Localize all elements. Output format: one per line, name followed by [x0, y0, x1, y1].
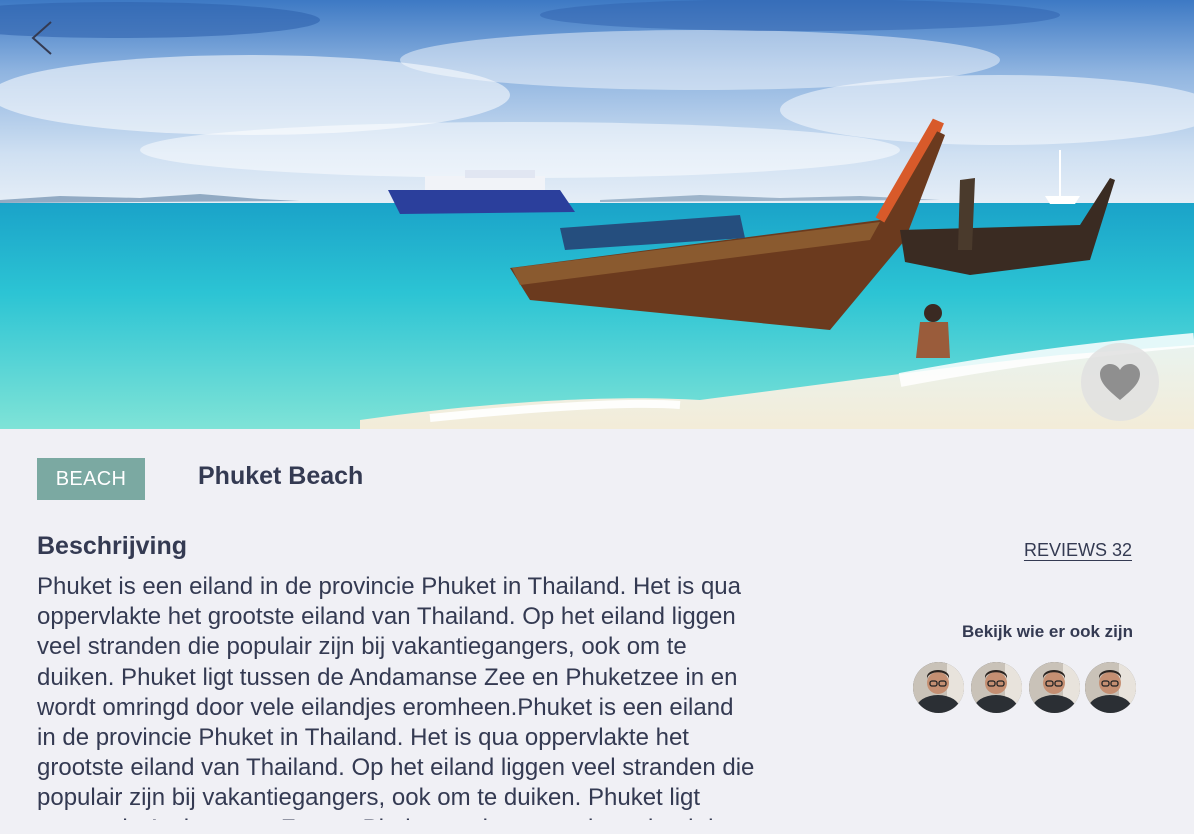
avatar[interactable]: [971, 662, 1022, 713]
place-title: Phuket Beach: [198, 462, 364, 490]
avatar[interactable]: [1085, 662, 1136, 713]
avatar[interactable]: [913, 662, 964, 713]
person-avatar-icon: [971, 662, 1022, 713]
reviews-link[interactable]: REVIEWS 32: [1024, 540, 1132, 561]
person-avatar-icon: [913, 662, 964, 713]
heart-icon: [1100, 364, 1140, 400]
beach-photo: [0, 0, 1194, 429]
chevron-left-icon: [31, 21, 52, 55]
back-button[interactable]: [22, 16, 62, 60]
hero-image: [0, 0, 1194, 429]
person-avatar-icon: [1029, 662, 1080, 713]
category-badge: BEACH: [37, 458, 145, 500]
favorite-button[interactable]: [1081, 343, 1159, 421]
avatar[interactable]: [1029, 662, 1080, 713]
person-avatar-icon: [1085, 662, 1136, 713]
visitors-label: Bekijk wie er ook zijn: [961, 622, 1133, 641]
description-text: Phuket is een eiland in de provincie Phu…: [37, 573, 755, 820]
description-heading: Beschrijving: [37, 532, 188, 560]
